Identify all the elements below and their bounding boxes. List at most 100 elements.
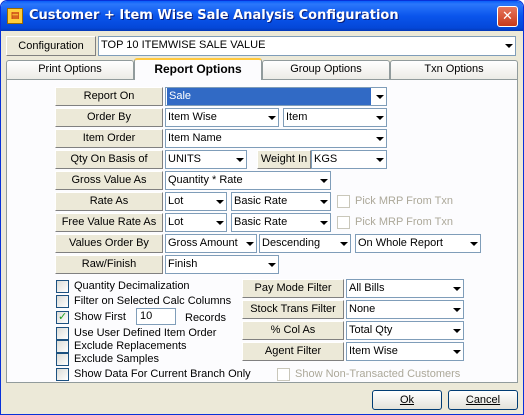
free-pick-mrp-label: Pick MRP From Txn [355,216,453,228]
close-button[interactable]: ✕ [497,6,518,27]
show-first-count-input[interactable]: 10 [136,308,176,325]
report-options-panel: Report On Sale Order By Item Wise Item I… [6,79,518,383]
stock-trans-filter-value: None [349,303,376,315]
chevron-down-icon[interactable] [263,256,278,273]
checkbox-box[interactable] [337,216,350,229]
user-defined-order-checkbox[interactable]: Use User Defined Item Order [56,327,216,341]
chevron-down-icon[interactable] [371,88,386,105]
chevron-down-icon[interactable] [448,280,463,297]
window-title: Customer + Item Wise Sale Analysis Confi… [29,8,399,23]
chevron-down-icon[interactable] [465,235,480,252]
show-first-checkbox[interactable]: Show First [56,310,126,325]
checkbox-box[interactable] [56,295,69,308]
free-pick-mrp-checkbox[interactable]: Pick MRP From Txn [337,216,453,230]
chevron-down-icon[interactable] [371,151,386,168]
chevron-down-icon[interactable] [315,193,330,210]
close-icon: ✕ [502,9,513,24]
dialog-window: ▤ Customer + Item Wise Sale Analysis Con… [0,0,524,415]
checkbox-box[interactable] [56,280,69,293]
cancel-button[interactable]: Cancel [448,390,518,410]
records-label: Records [185,312,226,326]
order-by-field-value: Item [286,111,308,123]
ok-button[interactable]: Ok [372,390,442,410]
raw-finish-select[interactable]: Finish [165,255,279,274]
configuration-value: TOP 10 ITEMWISE SALE VALUE [101,39,266,51]
configuration-select[interactable]: TOP 10 ITEMWISE SALE VALUE [98,36,516,56]
rate-as-value: Lot [168,195,184,207]
filter-calc-columns-checkbox[interactable]: Filter on Selected Calc Columns [56,295,231,309]
raw-finish-label: Raw/Finish [55,255,163,274]
qty-basis-select[interactable]: UNITS [165,150,247,169]
rate-as-basis-value: Basic Rate [234,195,288,207]
current-branch-label: Show Data For Current Branch Only [74,368,251,380]
non-transacted-checkbox[interactable]: Show Non-Transacted Customers [277,368,460,382]
tab-group-options[interactable]: Group Options [262,60,390,79]
checkbox-box[interactable] [337,195,350,208]
show-first-label: Show First [74,311,126,323]
chevron-down-icon[interactable] [241,235,256,252]
checkbox-box[interactable] [56,327,69,340]
stock-trans-filter-label: Stock Trans Filter [242,300,344,319]
chevron-down-icon[interactable] [263,109,278,126]
pay-mode-filter-label: Pay Mode Filter [242,279,344,298]
rate-as-select[interactable]: Lot [165,192,227,211]
values-order-label: Values Order By [55,234,163,253]
values-order-scope-select[interactable]: On Whole Report [355,234,481,253]
stock-trans-filter-select[interactable]: None [346,300,464,319]
tab-report-options[interactable]: Report Options [134,58,262,80]
checkbox-box[interactable] [56,340,69,353]
checkbox-box[interactable] [56,353,69,366]
chevron-down-icon[interactable] [448,343,463,360]
tab-label: Group Options [290,63,362,75]
cancel-button-label: Cancel [465,394,501,406]
chevron-down-icon[interactable] [211,214,226,231]
tab-txn-options[interactable]: Txn Options [390,60,518,79]
chevron-down-icon[interactable] [448,322,463,339]
checkbox-box[interactable] [56,310,69,324]
pct-col-select[interactable]: Total Qty [346,321,464,340]
weight-in-select[interactable]: KGS [311,150,387,169]
chevron-down-icon[interactable] [335,235,350,252]
gross-value-value: Quantity * Rate [168,174,243,186]
agent-filter-select[interactable]: Item Wise [346,342,464,361]
title-bar[interactable]: ▤ Customer + Item Wise Sale Analysis Con… [1,1,523,31]
pay-mode-filter-select[interactable]: All Bills [346,279,464,298]
chevron-down-icon[interactable] [371,130,386,147]
rate-pick-mrp-checkbox[interactable]: Pick MRP From Txn [337,195,453,209]
chevron-down-icon[interactable] [231,151,246,168]
tab-label: Report Options [154,62,242,76]
chevron-down-icon[interactable] [315,214,330,231]
chevron-down-icon[interactable] [315,172,330,189]
checkbox-box[interactable] [277,368,290,381]
order-by-select[interactable]: Item Wise [165,108,279,127]
current-branch-checkbox[interactable]: Show Data For Current Branch Only [56,368,251,382]
report-on-select[interactable]: Sale [165,87,387,106]
rate-as-label: Rate As [55,192,163,211]
values-order-direction-select[interactable]: Descending [259,234,351,253]
pay-mode-filter-value: All Bills [349,282,385,294]
item-order-label: Item Order [55,129,163,148]
order-by-field-select[interactable]: Item [283,108,387,127]
report-app-icon: ▤ [7,8,23,24]
quantity-decimalization-label: Quantity Decimalization [74,280,190,292]
chevron-down-icon[interactable] [500,37,515,54]
gross-value-select[interactable]: Quantity * Rate [165,171,331,190]
chevron-down-icon[interactable] [371,109,386,126]
rate-as-basis-select[interactable]: Basic Rate [231,192,331,211]
item-order-select[interactable]: Item Name [165,129,387,148]
chevron-down-icon[interactable] [211,193,226,210]
configuration-label: Configuration [6,36,96,56]
checkbox-box[interactable] [56,368,69,381]
tab-print-options[interactable]: Print Options [6,60,134,79]
chevron-down-icon[interactable] [448,301,463,318]
pct-col-value: Total Qty [349,324,393,336]
free-rate-select[interactable]: Lot [165,213,227,232]
configuration-label-text: Configuration [18,40,84,52]
quantity-decimalization-checkbox[interactable]: Quantity Decimalization [56,280,190,294]
free-rate-basis-select[interactable]: Basic Rate [231,213,331,232]
item-order-value: Item Name [168,132,222,144]
free-rate-basis-value: Basic Rate [234,216,288,228]
exclude-samples-checkbox[interactable]: Exclude Samples [56,353,159,367]
values-order-field-select[interactable]: Gross Amount [165,234,257,253]
exclude-replacements-checkbox[interactable]: Exclude Replacements [56,340,187,354]
